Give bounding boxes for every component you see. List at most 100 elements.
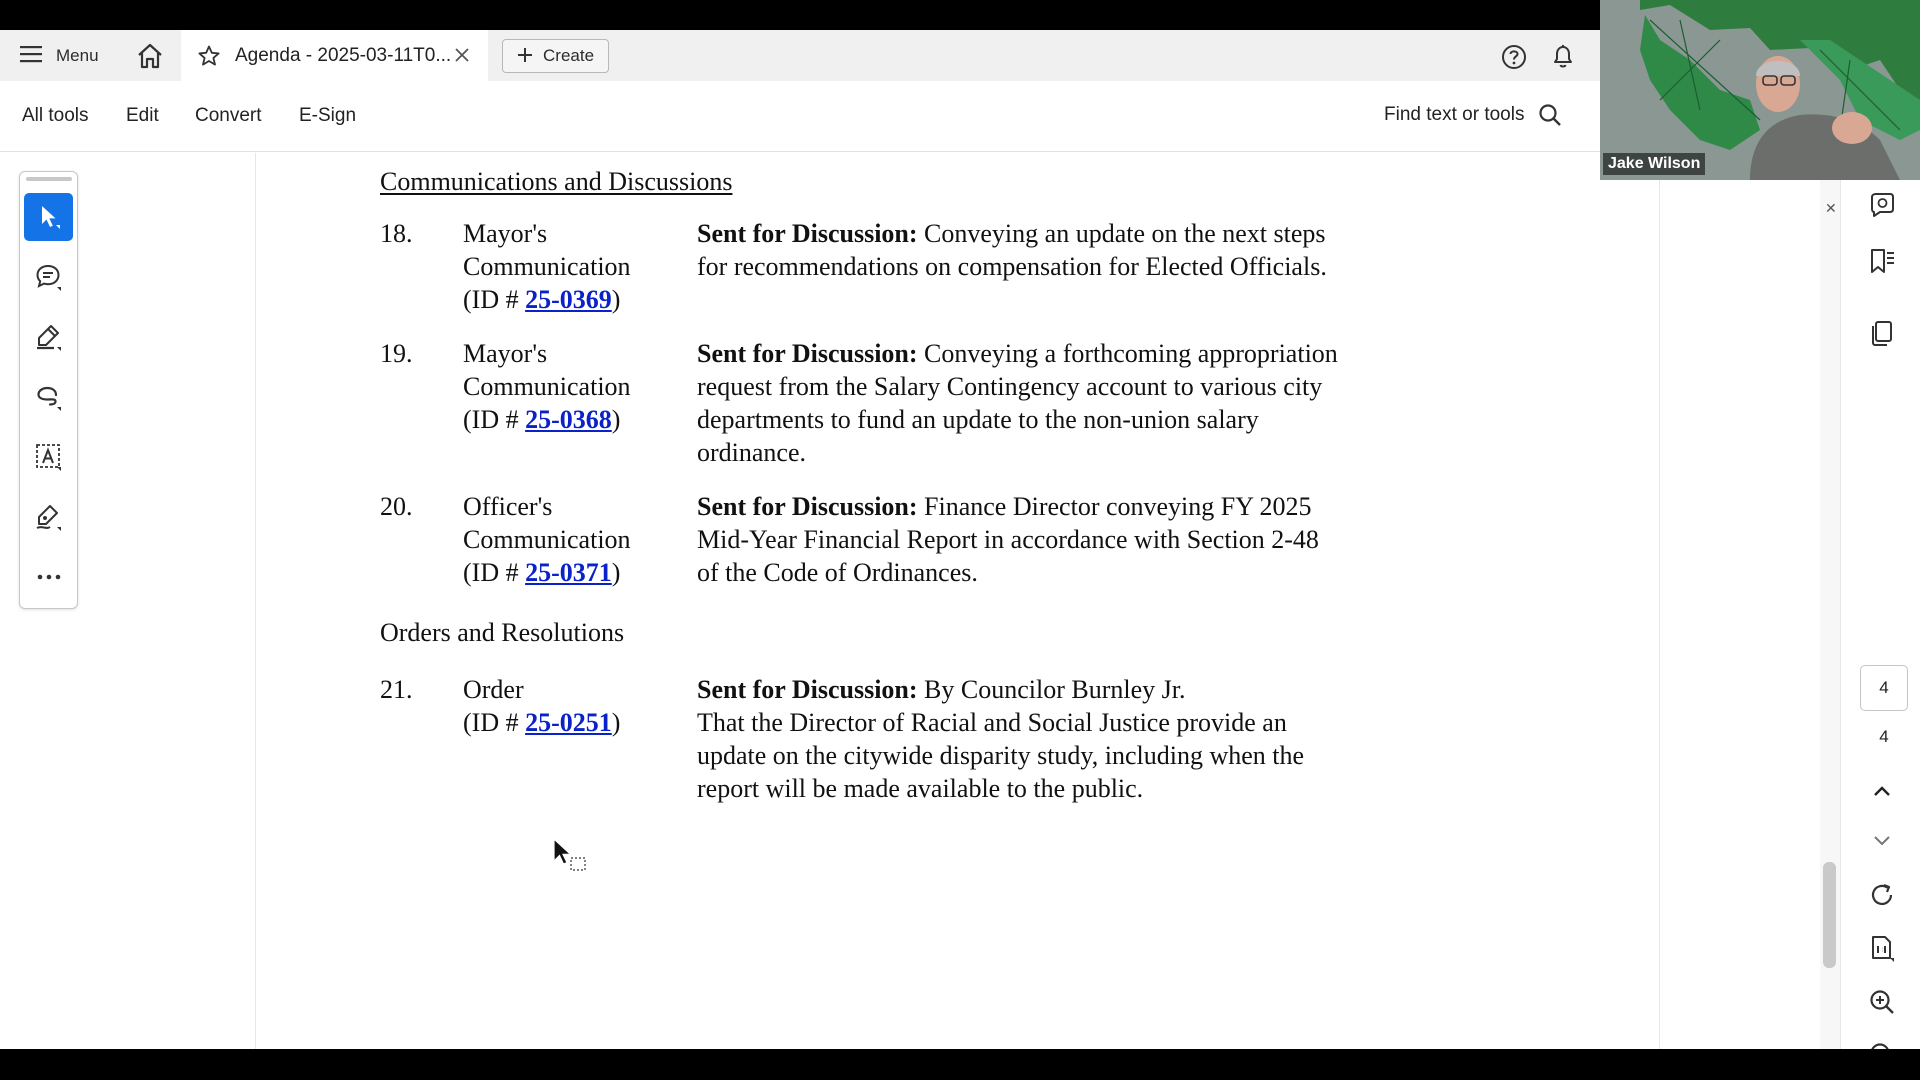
item-lead: Sent for Discussion: xyxy=(697,492,918,521)
zoom-in-button[interactable] xyxy=(1867,987,1897,1017)
item-number: 20. xyxy=(380,492,413,521)
item-type-line1: Officer's xyxy=(463,492,553,521)
chevron-down-icon xyxy=(1874,836,1890,846)
help-button[interactable] xyxy=(1500,43,1528,71)
section-heading-orders: Orders and Resolutions xyxy=(380,618,625,647)
esign-menu[interactable]: E-Sign xyxy=(299,105,356,127)
item-id-line: (ID # 25-0369) xyxy=(463,283,631,316)
search-icon xyxy=(1539,104,1562,126)
id-suffix: ) xyxy=(611,285,621,314)
item-id-link[interactable]: 25-0369 xyxy=(525,285,612,314)
menu-button[interactable]: Menu xyxy=(20,43,99,69)
menu-label: Menu xyxy=(56,46,99,65)
rail-drag-handle[interactable] xyxy=(26,177,72,181)
item-number: 19. xyxy=(380,339,413,368)
create-label: Create xyxy=(543,46,595,65)
item-text-continued: That the Director of Racial and Social J… xyxy=(697,708,1305,803)
id-prefix: (ID # xyxy=(463,708,526,737)
tab-agenda[interactable]: Agenda - 2025-03-11T0... xyxy=(181,30,488,81)
participant-name: Jake Wilson xyxy=(1603,153,1706,175)
id-suffix: ) xyxy=(611,708,621,737)
item-description: Sent for Discussion: Conveying an update… xyxy=(697,217,1347,283)
id-prefix: (ID # xyxy=(463,558,526,587)
draw-icon xyxy=(36,386,61,411)
ai-assistant-button[interactable] xyxy=(1867,190,1897,220)
find-label: Find text or tools xyxy=(1384,104,1525,125)
page-number-input[interactable]: 4 xyxy=(1860,665,1908,711)
item-text: By Councilor Burnley Jr. xyxy=(917,675,1186,704)
home-button[interactable] xyxy=(134,41,166,71)
pdf-viewer-app: Menu Agenda - 2025-03-11T0... Create All… xyxy=(0,30,1920,1049)
bell-icon xyxy=(1554,45,1572,68)
item-id-line: (ID # 25-0368) xyxy=(463,403,631,436)
next-page-button[interactable] xyxy=(1867,826,1897,856)
zoom-out-icon xyxy=(1871,1043,1889,1049)
create-button[interactable]: Create xyxy=(502,39,610,73)
quick-tools-rail xyxy=(19,171,78,609)
hamburger-icon xyxy=(20,45,42,68)
item-type-line1: Order xyxy=(463,675,524,704)
item-number: 18. xyxy=(380,219,413,248)
item-id-link[interactable]: 25-0371 xyxy=(525,558,612,587)
bookmarks-icon xyxy=(1871,249,1894,273)
id-prefix: (ID # xyxy=(463,405,526,434)
item-id-line: (ID # 25-0371) xyxy=(463,556,631,589)
mouse-cursor-icon xyxy=(553,837,593,881)
id-suffix: ) xyxy=(611,558,621,587)
highlight-tool[interactable] xyxy=(24,313,73,361)
zoom-in-icon xyxy=(1870,990,1894,1014)
edit-menu[interactable]: Edit xyxy=(126,105,159,127)
convert-menu[interactable]: Convert xyxy=(195,105,262,127)
chevron-up-icon xyxy=(1874,786,1890,796)
item-lead: Sent for Discussion: xyxy=(697,339,918,368)
item-description: Sent for Discussion: By Councilor Burnle… xyxy=(697,673,1347,805)
sign-icon xyxy=(35,505,61,531)
item-id-line: (ID # 25-0251) xyxy=(463,706,620,739)
item-type: Mayor's Communication (ID # 25-0368) xyxy=(463,337,631,436)
previous-page-button[interactable] xyxy=(1867,776,1897,806)
scrollbar-thumb[interactable] xyxy=(1823,862,1836,968)
page-total: 4 xyxy=(1879,727,1889,746)
select-tool[interactable] xyxy=(24,193,73,241)
highlight-icon xyxy=(36,325,61,351)
item-id-link[interactable]: 25-0368 xyxy=(525,405,612,434)
fit-page-button[interactable] xyxy=(1867,933,1897,963)
more-icon xyxy=(37,574,60,580)
participant-video[interactable]: Jake Wilson xyxy=(1600,0,1920,180)
text-box-tool[interactable] xyxy=(24,433,73,481)
draw-tool[interactable] xyxy=(24,373,73,421)
fit-page-icon xyxy=(1872,936,1894,962)
item-type: Mayor's Communication (ID # 25-0369) xyxy=(463,217,631,316)
close-tab-icon[interactable] xyxy=(450,43,474,67)
comment-tool[interactable] xyxy=(24,253,73,301)
pages-button[interactable] xyxy=(1867,318,1897,348)
star-icon[interactable] xyxy=(197,44,221,68)
item-type-line2: Communication xyxy=(463,252,631,281)
rotate-button[interactable] xyxy=(1867,880,1897,910)
bookmarks-button[interactable] xyxy=(1867,246,1897,276)
more-tools-button[interactable] xyxy=(24,553,73,601)
notifications-button[interactable] xyxy=(1549,42,1577,70)
tab-title: Agenda - 2025-03-11T0... xyxy=(235,44,452,66)
pages-icon xyxy=(1872,321,1892,346)
find-text-or-tools[interactable]: Find text or tools xyxy=(1384,103,1562,127)
document-page: Communications and Discussions 18. Mayor… xyxy=(256,153,1659,1049)
item-number: 21. xyxy=(380,675,413,704)
item-id-link[interactable]: 25-0251 xyxy=(525,708,612,737)
plus-icon xyxy=(517,44,533,68)
comment-icon xyxy=(35,264,61,291)
item-type-line2: Communication xyxy=(463,525,631,554)
id-suffix: ) xyxy=(611,405,621,434)
scroll-up-arrow-icon[interactable]: ✕ xyxy=(1825,200,1837,217)
item-description: Sent for Discussion: Conveying a forthco… xyxy=(697,337,1347,469)
ai-assistant-icon xyxy=(1871,193,1894,217)
all-tools-menu[interactable]: All tools xyxy=(22,105,89,127)
section-heading-communications: Communications and Discussions xyxy=(380,167,733,196)
item-type: Order (ID # 25-0251) xyxy=(463,673,620,739)
right-panel-divider xyxy=(1659,153,1660,1049)
sign-tool[interactable] xyxy=(24,493,73,541)
rotate-icon xyxy=(1871,883,1893,906)
item-lead: Sent for Discussion: xyxy=(697,219,918,248)
zoom-out-button[interactable] xyxy=(1867,1040,1897,1049)
item-description: Sent for Discussion: Finance Director co… xyxy=(697,490,1347,589)
